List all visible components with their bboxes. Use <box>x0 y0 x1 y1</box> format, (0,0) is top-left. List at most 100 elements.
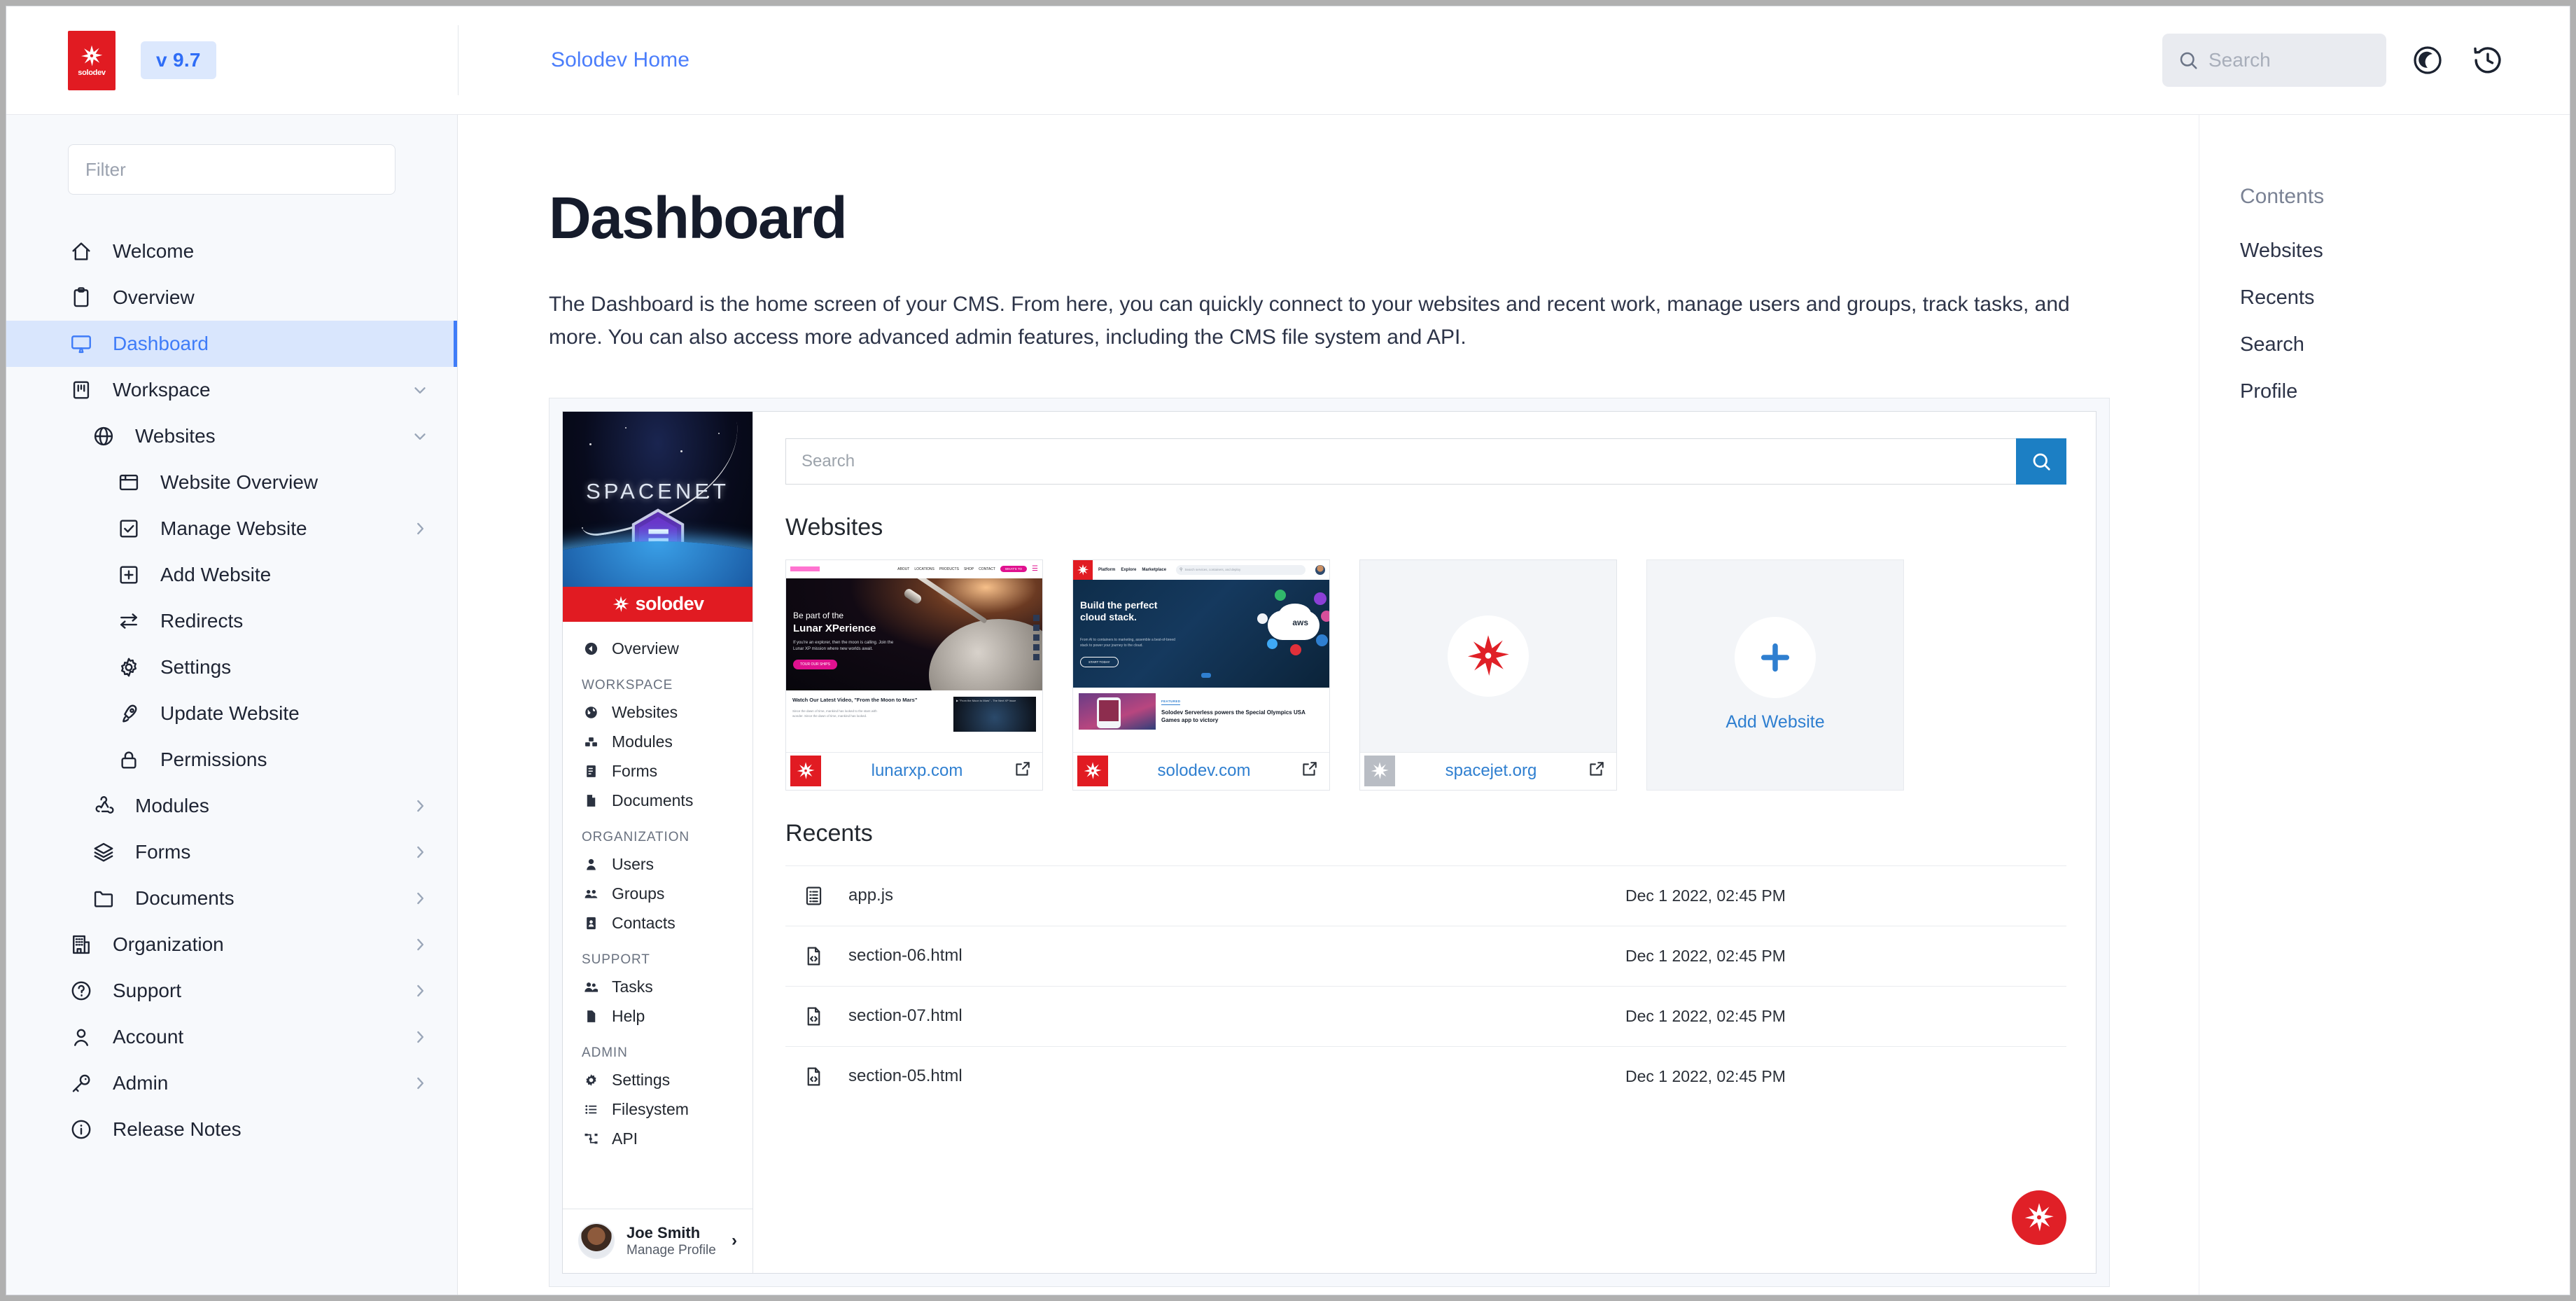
embedded-nav-item-api[interactable]: API <box>563 1125 752 1154</box>
embedded-search-button[interactable] <box>2016 438 2066 485</box>
website-card-spacejet[interactable]: spacejet.org <box>1359 559 1617 791</box>
sidebar-item-label: Overview <box>113 286 195 308</box>
sidebar-item-welcome[interactable]: Welcome <box>6 228 457 274</box>
contact-card-icon <box>582 915 600 931</box>
chevron-right-icon[interactable] <box>411 843 429 861</box>
sidebar-item-account[interactable]: Account <box>6 1014 457 1060</box>
embedded-nav-item-forms[interactable]: Forms <box>563 757 752 786</box>
add-website-circle <box>1735 617 1816 699</box>
embedded-nav-item-tasks[interactable]: Tasks <box>563 973 752 1002</box>
contents-link-profile[interactable]: Profile <box>2240 380 2570 403</box>
search-input[interactable]: Search <box>2162 34 2386 87</box>
website-domain[interactable]: spacejet.org <box>1405 761 1577 781</box>
plus-icon <box>1760 643 1790 672</box>
sidebar-item-label: Dashboard <box>113 333 209 354</box>
sidebar-item-workspace[interactable]: Workspace <box>6 367 457 413</box>
sidebar-item-add-website[interactable]: Add Website <box>6 552 457 598</box>
sidebar-nav: Welcome Overview Dashboard Workspace Website… <box>6 228 457 1153</box>
external-link-icon <box>1590 762 1604 776</box>
contents-link-recents[interactable]: Recents <box>2240 286 2570 309</box>
sidebar-item-label: Add Website <box>160 564 272 585</box>
gear-filled-icon <box>582 1072 600 1088</box>
embedded-nav-item-overview[interactable]: Overview <box>563 634 752 664</box>
sidebar-item-update-website[interactable]: Update Website <box>6 690 457 737</box>
website-placeholder-logo <box>1448 615 1529 697</box>
recent-file-row[interactable]: section-05.html Dec 1 2022, 02:45 PM <box>785 1045 2066 1106</box>
chevron-right-icon[interactable] <box>411 520 429 538</box>
sidebar-item-forms[interactable]: Forms <box>6 829 457 875</box>
recent-file-row[interactable]: section-06.html Dec 1 2022, 02:45 PM <box>785 925 2066 986</box>
modules-icon <box>90 793 117 819</box>
external-link-button[interactable] <box>1300 760 1318 782</box>
embedded-nav-item-groups[interactable]: Groups <box>563 879 752 909</box>
breadcrumb-link-home[interactable]: Solodev Home <box>551 48 690 72</box>
chevron-right-icon[interactable] <box>411 797 429 815</box>
website-card-solodev[interactable]: Platform Explore Marketplace ⚲ Search se… <box>1072 559 1330 791</box>
sidebar-item-label: Update Website <box>160 702 300 724</box>
users-filled-icon <box>582 979 600 995</box>
building-icon <box>68 931 94 958</box>
external-link-button[interactable] <box>1013 760 1031 782</box>
recent-file-row[interactable]: section-07.html Dec 1 2022, 02:45 PM <box>785 985 2066 1046</box>
solodev-logo[interactable]: solodev <box>68 30 115 90</box>
sidebar-item-redirects[interactable]: Redirects <box>6 598 457 644</box>
globe-icon <box>90 423 117 450</box>
document-filled-icon <box>582 793 600 809</box>
embedded-nav-item-documents[interactable]: Documents <box>563 786 752 816</box>
application-window: solodev v 9.7 Solodev Home Search Filter… <box>6 6 2570 1295</box>
kanban-icon <box>68 377 94 403</box>
embedded-app: SPACENET solodev Overview WORKSPACE Webs… <box>562 410 2096 1274</box>
dark-mode-toggle[interactable] <box>2409 41 2446 79</box>
chevron-right-icon[interactable] <box>411 935 429 954</box>
sidebar-item-websites[interactable]: Websites <box>6 413 457 459</box>
website-logo <box>1077 756 1108 787</box>
spacenet-banner: SPACENET <box>563 411 752 587</box>
user-profile[interactable]: Joe Smith Manage Profile › <box>563 1208 752 1273</box>
chevron-right-icon[interactable] <box>411 1074 429 1092</box>
swap-icon <box>115 608 142 634</box>
embedded-nav-item-contacts[interactable]: Contacts <box>563 909 752 938</box>
sidebar-item-settings[interactable]: Settings <box>6 644 457 690</box>
contents-link-websites[interactable]: Websites <box>2240 239 2570 263</box>
website-domain[interactable]: lunarxp.com <box>831 761 1003 781</box>
sidebar-item-website-overview[interactable]: Website Overview <box>6 459 457 506</box>
sidebar-item-manage-website[interactable]: Manage Website <box>6 506 457 552</box>
chevron-right-icon[interactable] <box>411 889 429 907</box>
sidebar-item-release-notes[interactable]: Release Notes <box>6 1106 457 1153</box>
html-file-icon <box>801 1006 826 1027</box>
chevron-right-icon[interactable] <box>411 1028 429 1046</box>
sidebar-item-modules[interactable]: Modules <box>6 783 457 829</box>
contents-link-search[interactable]: Search <box>2240 333 2570 356</box>
sidebar-item-support[interactable]: Support <box>6 968 457 1014</box>
embedded-nav-item-filesystem[interactable]: Filesystem <box>563 1095 752 1125</box>
sidebar-item-permissions[interactable]: Permissions <box>6 737 457 783</box>
sidebar-item-admin[interactable]: Admin <box>6 1060 457 1106</box>
embedded-nav-item-modules[interactable]: Modules <box>563 728 752 757</box>
sidebar-item-organization[interactable]: Organization <box>6 921 457 968</box>
rocket-icon <box>115 700 142 727</box>
sidebar-item-overview[interactable]: Overview <box>6 274 457 321</box>
external-link-button[interactable] <box>1587 760 1605 782</box>
recent-file-row[interactable]: app.js Dec 1 2022, 02:45 PM <box>785 865 2066 926</box>
sidebar-item-dashboard[interactable]: Dashboard <box>6 321 457 367</box>
chevron-right-icon[interactable] <box>411 982 429 1000</box>
clipboard-icon <box>68 284 94 311</box>
embedded-nav-item-settings[interactable]: Settings <box>563 1066 752 1095</box>
history-button[interactable] <box>2469 41 2507 79</box>
chevron-right-icon: › <box>732 1231 737 1251</box>
embedded-nav-item-users[interactable]: Users <box>563 850 752 879</box>
embedded-nav-item-help[interactable]: Help <box>563 1002 752 1031</box>
sidebar: Filter Welcome Overview Dashboard Workspace… <box>6 115 458 1295</box>
embedded-search-row: Search <box>785 438 2066 485</box>
embedded-search-input[interactable]: Search <box>785 438 2016 485</box>
recent-file-date: Dec 1 2022, 02:45 PM <box>1625 886 1786 905</box>
chevron-down-icon[interactable] <box>411 427 429 445</box>
solodev-fab-button[interactable] <box>2012 1190 2066 1245</box>
add-website-card[interactable]: Add Website <box>1646 559 1904 791</box>
filter-input[interactable]: Filter <box>68 144 396 195</box>
embedded-nav-item-websites[interactable]: Websites <box>563 698 752 728</box>
chevron-down-icon[interactable] <box>411 381 429 399</box>
sidebar-item-documents[interactable]: Documents <box>6 875 457 921</box>
website-domain[interactable]: solodev.com <box>1118 761 1290 781</box>
website-card-lunarxp[interactable]: ABOUT LOCATIONS PRODUCTS SHOP CONTACT WH… <box>785 559 1043 791</box>
